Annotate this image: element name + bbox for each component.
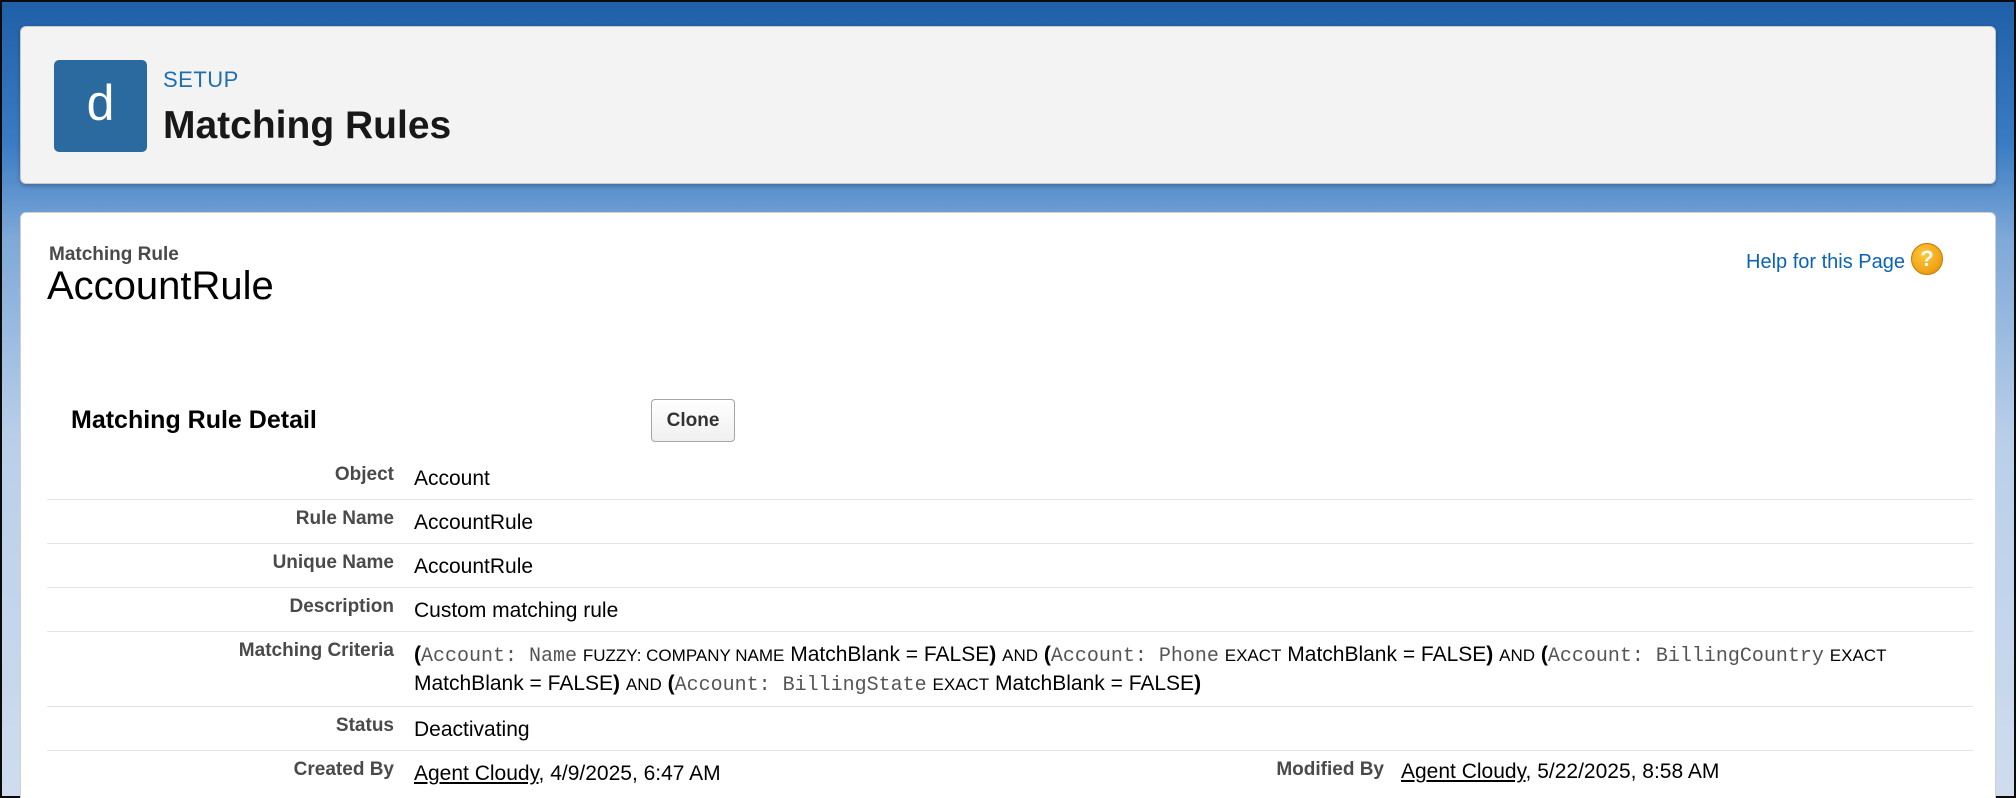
detail-row-matching-criteria: Matching Criteria (Account: Name FUZZY: … [47,632,1973,707]
setup-header: d SETUP Matching Rules [20,26,1996,184]
criteria-and: AND [625,675,662,694]
field-label: Created By [293,759,394,780]
field-value: Custom matching rule [414,599,619,622]
criteria-paren: ) [613,672,621,695]
matching-criteria-value: (Account: Name FUZZY: COMPANY NAME Match… [414,632,1973,706]
criteria-and: AND [1499,646,1536,665]
criteria-field: Account: BillingState [674,674,927,697]
criteria-paren: ) [1486,643,1494,666]
criteria-paren: ) [1194,672,1202,695]
criteria-field: Account: Phone [1050,645,1219,668]
criteria-field: Account: BillingCountry [1547,645,1824,668]
detail-row-rule-name: Rule Name AccountRule [47,500,1973,544]
question-mark-icon[interactable]: ? [1911,243,1943,275]
field-value: Account [414,467,490,490]
criteria-paren: ( [667,672,675,695]
section-title: Matching Rule Detail [71,406,317,434]
detail-row-status: Status Deactivating [47,707,1973,751]
setup-app-icon: d [54,60,147,152]
criteria-method: EXACT [932,675,990,694]
record-type-label: Matching Rule [49,244,179,265]
criteria-paren: ( [1540,643,1548,666]
breadcrumb[interactable]: SETUP [163,67,239,93]
criteria-blank: MatchBlank = FALSE [995,672,1195,695]
detail-table: Object Account Rule Name AccountRule Uni… [47,456,1973,794]
field-label: Object [334,464,394,485]
field-label: Unique Name [272,552,394,573]
modified-date: , 5/22/2025, 8:58 AM [1525,760,1720,783]
criteria-blank: MatchBlank = FALSE [1287,643,1487,666]
criteria-field: Account: Name [421,645,578,668]
criteria-and: AND [1002,646,1039,665]
modified-by-value: Agent Cloudy, 5/22/2025, 8:58 AM [1401,760,1719,784]
criteria-method: EXACT [1829,646,1887,665]
criteria-paren: ( [1043,643,1051,666]
page-title: Matching Rules [163,104,452,147]
status-value: Deactivating [414,718,530,741]
field-value: AccountRule [414,511,534,534]
field-label: Rule Name [295,508,394,529]
created-by-user-link[interactable]: Agent Cloudy [414,762,539,785]
criteria-method: EXACT [1224,646,1282,665]
clone-button[interactable]: Clone [651,399,735,442]
record-name: AccountRule [47,264,274,308]
detail-row-unique-name: Unique Name AccountRule [47,544,1973,588]
detail-row-object: Object Account [47,456,1973,500]
criteria-method: FUZZY: COMPANY NAME [582,646,785,665]
criteria-paren: ) [989,643,997,666]
field-label: Description [289,596,394,617]
criteria-paren: ( [414,643,421,666]
modified-by-user-link[interactable]: Agent Cloudy [1401,760,1526,783]
field-value: AccountRule [414,555,534,578]
field-label: Modified By [1276,759,1384,780]
created-date: , 4/9/2025, 6:47 AM [538,762,721,785]
criteria-blank: MatchBlank = FALSE [414,672,614,695]
field-label: Matching Criteria [238,640,394,661]
help-link[interactable]: Help for this Page [1746,251,1905,274]
criteria-blank: MatchBlank = FALSE [790,643,990,666]
detail-row-created-modified: Created By Agent Cloudy, 4/9/2025, 6:47 … [47,751,1973,794]
detail-row-description: Description Custom matching rule [47,588,1973,632]
field-label: Status [335,715,394,736]
main-content-card: Matching Rule AccountRule Help for this … [20,212,1996,798]
